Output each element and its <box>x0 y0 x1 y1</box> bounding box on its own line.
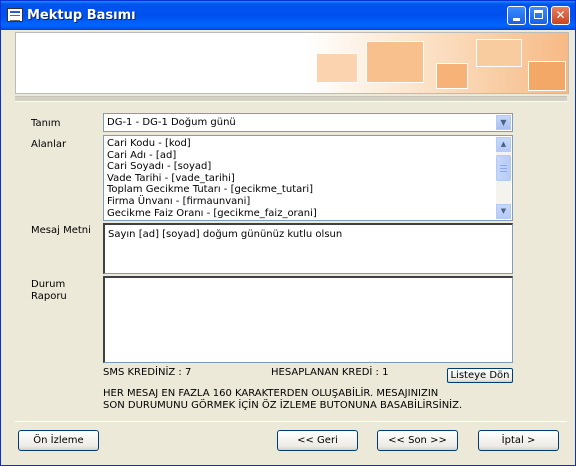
scroll-thumb[interactable] <box>496 155 511 181</box>
close-icon: ✕ <box>555 8 566 22</box>
tanim-select[interactable]: DG-1 - DG-1 Doğum günü ▼ <box>103 113 513 132</box>
durum-label-line1: Durum <box>31 279 66 290</box>
mesaj-metni-text: Sayın [ad] [soyad] doğum gününüz kutlu o… <box>108 229 343 240</box>
notice-line-1: HER MESAJ EN FAZLA 160 KARAKTERDEN OLUŞA… <box>103 388 439 399</box>
alanlar-scrollbar[interactable]: ▲ ▼ <box>496 137 511 219</box>
son-button[interactable]: << Son >> <box>377 430 458 451</box>
iptal-button[interactable]: İptal > <box>478 430 559 451</box>
minimize-icon <box>513 18 520 21</box>
list-item[interactable]: Cari Kodu - [kod] <box>107 138 494 150</box>
title-bar[interactable]: Mektup Basımı ✕ <box>1 1 575 30</box>
banner-shape <box>476 39 522 67</box>
alanlar-listbox[interactable]: Cari Kodu - [kod] Cari Adı - [ad] Cari S… <box>103 135 513 221</box>
mesaj-metni-textarea[interactable]: Sayın [ad] [soyad] doğum gününüz kutlu o… <box>103 223 513 274</box>
mektup-basimi-window: Mektup Basımı ✕ Tanım DG-1 - DG-1 Doğum … <box>0 0 576 466</box>
notice-text: HER MESAJ EN FAZLA 160 KARAKTERDEN OLUŞA… <box>103 388 462 412</box>
mesaj-metni-label: Mesaj Metni <box>31 225 91 236</box>
list-item[interactable]: Vade Tarihi - [vade_tarihi] <box>107 173 494 185</box>
list-item[interactable]: Cari Soyadı - [soyad] <box>107 161 494 173</box>
durum-raporu-textarea[interactable] <box>103 276 513 363</box>
durum-label-line2: Raporu <box>31 291 67 302</box>
geri-button[interactable]: << Geri <box>277 430 358 451</box>
banner-separator <box>15 96 567 102</box>
scroll-up-icon[interactable]: ▲ <box>496 137 511 152</box>
listeye-don-button[interactable]: Listeye Dön <box>447 368 513 383</box>
banner-shape <box>366 41 424 83</box>
tanim-value: DG-1 - DG-1 Doğum günü <box>107 117 236 128</box>
on-izleme-button[interactable]: Ön İzleme <box>18 430 99 451</box>
maximize-icon <box>534 10 543 19</box>
tanim-label: Tanım <box>31 118 61 129</box>
window-title: Mektup Basımı <box>27 8 136 23</box>
scroll-down-icon[interactable]: ▼ <box>496 204 511 219</box>
sms-kredi-text: SMS KREDİNİZ : 7 <box>103 367 192 378</box>
maximize-button[interactable] <box>529 6 548 25</box>
app-window-icon <box>7 8 23 22</box>
banner-shape <box>316 53 358 83</box>
dropdown-arrow-icon[interactable]: ▼ <box>496 115 511 130</box>
alanlar-items: Cari Kodu - [kod] Cari Adı - [ad] Cari S… <box>107 138 494 219</box>
bottom-separator <box>15 421 567 422</box>
alanlar-label: Alanlar <box>31 139 67 150</box>
banner-shape <box>436 63 468 89</box>
hesaplanan-kredi-text: HESAPLANAN KREDİ : 1 <box>271 367 389 378</box>
header-banner <box>15 32 569 94</box>
close-button[interactable]: ✕ <box>551 6 570 25</box>
minimize-button[interactable] <box>507 6 526 25</box>
list-item[interactable]: Gecikme Faiz Oranı - [gecikme_faiz_orani… <box>107 208 494 220</box>
notice-line-2: SON DURUMUNU GÖRMEK İÇİN ÖZ İZLEME BUTON… <box>103 400 463 411</box>
list-item[interactable]: Cari Adı - [ad] <box>107 150 494 162</box>
banner-shape <box>528 61 566 91</box>
list-item[interactable]: Toplam Gecikme Tutarı - [gecikme_tutari] <box>107 184 494 196</box>
list-item[interactable]: Firma Ünvanı - [firmaunvani] <box>107 196 494 208</box>
